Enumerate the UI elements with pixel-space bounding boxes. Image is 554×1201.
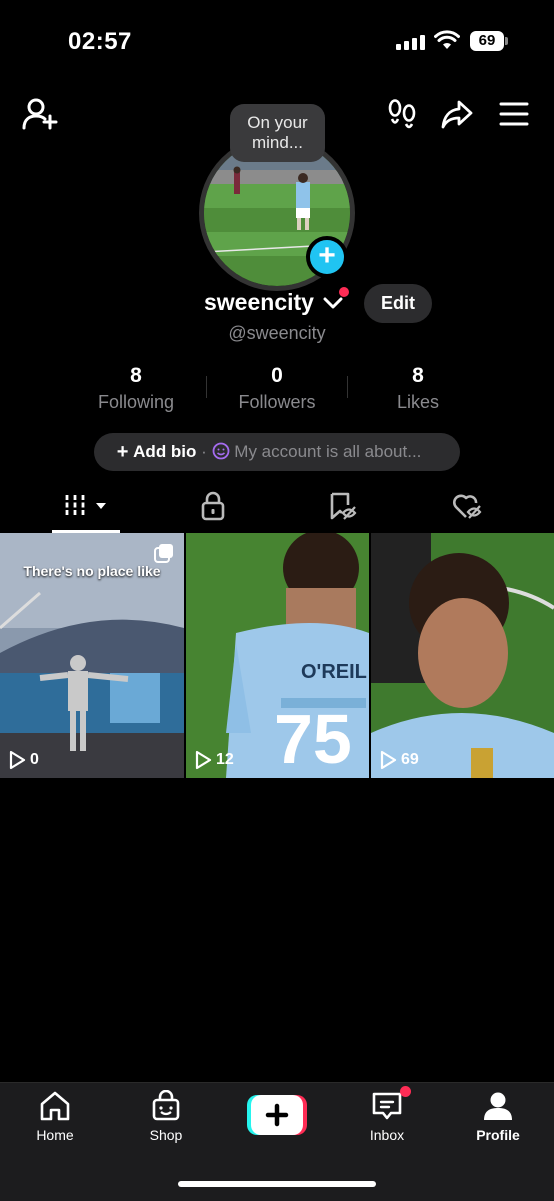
view-count: 12 [194,750,234,770]
multi-photo-icon [154,544,173,563]
add-story-button[interactable]: + [306,236,348,278]
inbox-icon [372,1092,402,1120]
following-count: 8 [130,364,142,387]
stat-following[interactable]: 8 Following [66,364,206,413]
play-icon [380,750,397,770]
battery-indicator: 69 [470,31,504,51]
smiley-icon [212,442,229,460]
plus-icon: + [318,239,336,272]
liked-tab[interactable] [452,491,484,521]
bio-placeholder: My account is all about... [234,442,422,461]
user-handle: @sweencity [228,323,326,343]
nav-home[interactable]: Home [10,1090,100,1143]
nav-inbox-label: Inbox [369,1127,405,1143]
followers-count: 0 [271,364,283,387]
grid-videos-icon [65,495,106,517]
bio-separator: · [201,442,207,461]
videos-tab[interactable] [64,493,110,519]
shop-bag-icon [152,1089,180,1121]
likes-label: Likes [396,392,440,412]
play-icon [9,750,26,770]
likes-count: 8 [412,364,424,387]
nav-profile[interactable]: Profile [453,1090,543,1143]
svg-text:O'REIL: O'REIL [301,661,367,683]
nav-inbox[interactable]: Inbox [342,1090,432,1143]
following-label: Following [97,392,175,412]
video-thumbnail[interactable]: O'REIL 75 12 [186,533,369,778]
inbox-notification-dot [400,1086,411,1097]
add-bio-label: Add bio [133,442,197,461]
play-icon [195,750,212,770]
notification-dot [339,287,349,297]
view-count-value: 12 [216,751,234,768]
share-icon[interactable] [441,99,473,129]
edit-profile-button[interactable]: Edit [364,284,432,323]
home-icon [40,1091,70,1121]
video-thumbnail[interactable]: 69 [371,533,554,778]
nav-home-label: Home [36,1127,74,1143]
video-thumbnail-image [371,533,554,778]
reposts-tab[interactable] [328,491,358,521]
followers-label: Followers [238,392,316,412]
video-caption: There's no place like [23,563,161,579]
view-count: 69 [379,750,419,770]
stat-likes[interactable]: 8 Likes [348,364,488,413]
battery-tip [505,37,508,45]
video-thumbnail-image: O'REIL 75 [186,533,369,778]
video-thumbnail[interactable]: There's no place like 0 [0,533,184,778]
profile-icon [484,1092,512,1120]
heart-hidden-icon [453,494,482,519]
add-friend-icon[interactable] [22,97,58,131]
status-time: 02:57 [68,28,132,55]
home-indicator[interactable] [178,1181,376,1187]
footprints-icon[interactable] [387,99,417,129]
wifi-icon [434,30,460,49]
nav-shop[interactable]: Shop [121,1089,211,1143]
username[interactable]: sweencity [204,289,314,316]
nav-profile-label: Profile [476,1127,520,1143]
stat-followers[interactable]: 0 Followers [207,364,347,413]
view-count: 0 [8,750,39,770]
plus-icon: + [116,441,129,463]
svg-text:75: 75 [274,700,352,778]
add-bio-button[interactable]: + Add bio · My account is all about... [94,433,460,471]
bookmark-hidden-icon [330,492,357,520]
cellular-signal-icon [396,34,425,50]
view-count-value: 0 [30,751,39,768]
private-tab[interactable] [200,491,226,521]
on-your-mind-bubble[interactable]: On your mind... [230,104,325,162]
view-count-value: 69 [401,751,419,768]
lock-icon [201,491,225,521]
create-plus-icon[interactable] [247,1095,307,1135]
nav-shop-label: Shop [149,1127,183,1143]
menu-icon[interactable] [499,101,529,127]
chevron-down-icon[interactable] [323,296,343,310]
